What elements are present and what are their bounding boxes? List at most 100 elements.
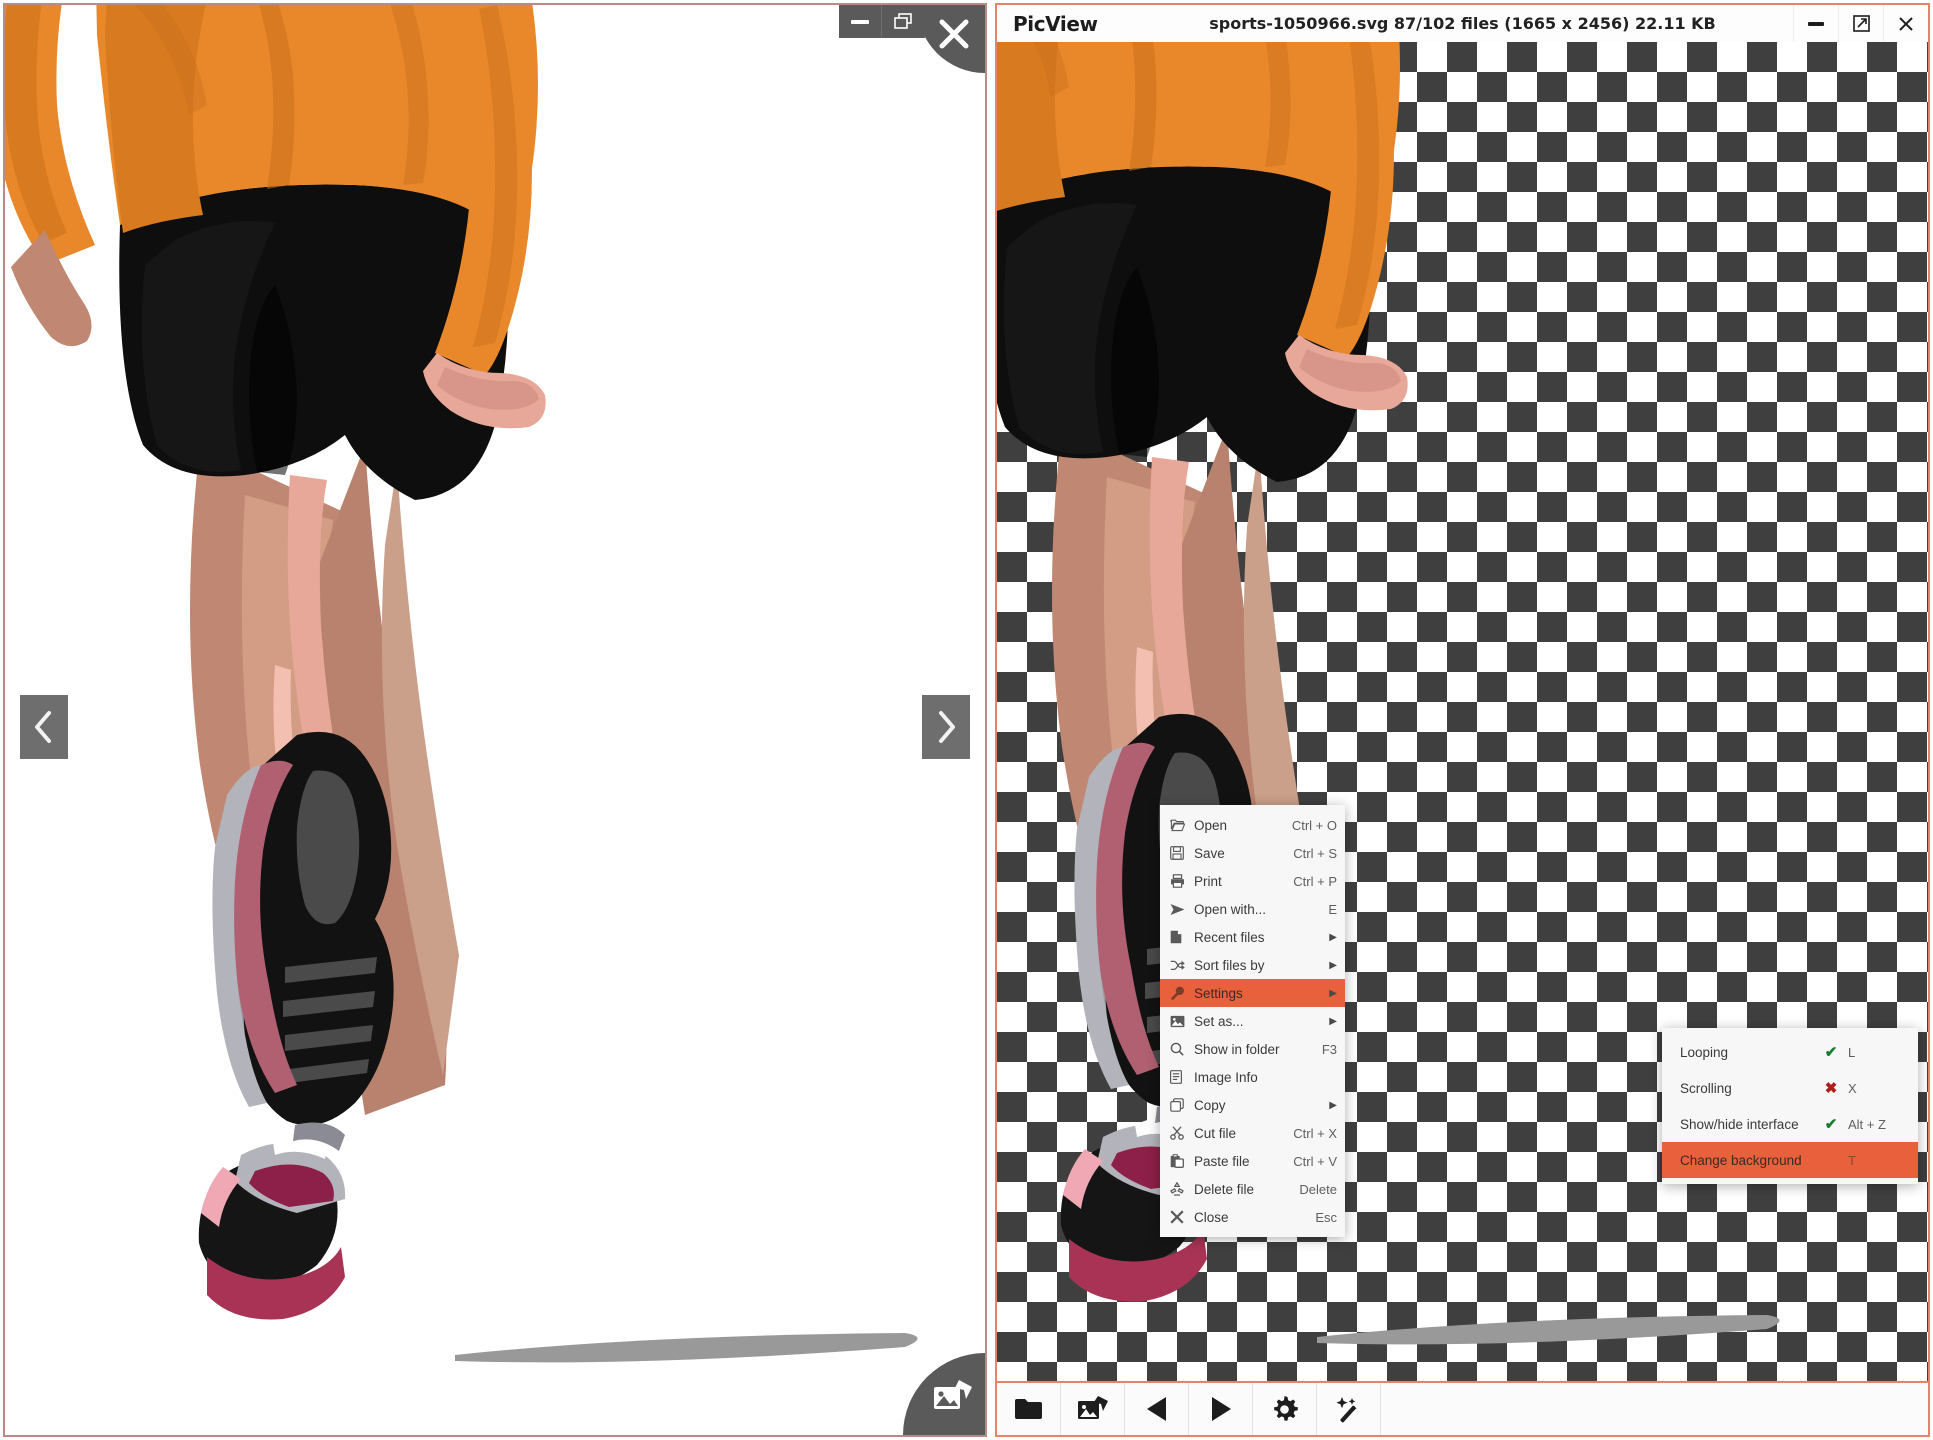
- picview-titlebar[interactable]: PicView sports-1050966.svg 87/102 files …: [997, 5, 1928, 43]
- open-new-window-button[interactable]: [1838, 5, 1883, 42]
- settings-submenu-item-shortcut: X: [1848, 1080, 1857, 1096]
- picview-logo: PicView: [1013, 11, 1098, 36]
- context-menu-item-delete-file[interactable]: Delete file Delete: [1160, 1175, 1345, 1203]
- context-menu-item-save[interactable]: Save Ctrl + S: [1160, 839, 1345, 867]
- context-menu[interactable]: Open Ctrl + O Save Ctrl + S Print Ctrl + P Ope…: [1160, 805, 1345, 1237]
- chevron-left-icon: [35, 711, 51, 743]
- minimize-button[interactable]: [1793, 5, 1838, 42]
- image-viewer-window: [3, 3, 987, 1437]
- context-menu-item-shortcut: Ctrl + P: [1293, 873, 1337, 889]
- runner-illustration: [5, 5, 918, 1363]
- context-menu-item-sort-files-by[interactable]: Sort files by ▶: [1160, 951, 1345, 979]
- submenu-arrow-icon: ▶: [1329, 959, 1337, 971]
- settings-submenu-item-shortcut: Alt + Z: [1848, 1116, 1886, 1132]
- minimize-button[interactable]: [839, 5, 882, 38]
- gallery-icon-wrap: [933, 1380, 973, 1419]
- context-menu-item-label: Print: [1194, 873, 1222, 889]
- gallery-icon: [934, 1380, 972, 1409]
- settings-submenu-item-label: Looping: [1680, 1044, 1729, 1060]
- settings-submenu-item-shortcut: T: [1848, 1152, 1856, 1168]
- printer-icon: [1170, 874, 1194, 888]
- settings-submenu-item-looping[interactable]: Looping ✔ L: [1662, 1034, 1918, 1070]
- external-link-icon: [1852, 15, 1870, 32]
- context-menu-item-shortcut: Ctrl + O: [1291, 817, 1337, 833]
- settings-submenu-item-show-hide-interface[interactable]: Show/hide interface ✔ Alt + Z: [1662, 1106, 1918, 1142]
- context-menu-item-show-in-folder[interactable]: Show in folder F3: [1160, 1035, 1345, 1063]
- open-folder-icon: [1170, 819, 1194, 832]
- checkmark-icon: ✔: [1824, 1044, 1838, 1061]
- context-menu-item-set-as[interactable]: Set as... ▶: [1160, 1007, 1345, 1035]
- context-menu-item-label: Paste file: [1194, 1153, 1250, 1169]
- context-menu-item-shortcut: Ctrl + V: [1293, 1153, 1337, 1169]
- context-menu-item-open[interactable]: Open Ctrl + O: [1160, 811, 1345, 839]
- close-icon: [939, 19, 969, 49]
- minimize-icon: [851, 19, 869, 24]
- copy-icon: [1170, 1098, 1194, 1112]
- context-menu-item-shortcut: Ctrl + S: [1293, 845, 1337, 861]
- image-icon: [1170, 1015, 1194, 1028]
- checkmark-icon: ✔: [1824, 1116, 1838, 1133]
- previous-image-button[interactable]: [20, 695, 68, 759]
- context-menu-item-label: Image Info: [1194, 1069, 1258, 1085]
- context-menu-item-print[interactable]: Print Ctrl + P: [1160, 867, 1345, 895]
- close-button[interactable]: [1883, 5, 1928, 42]
- magic-wand-icon: [1336, 1396, 1357, 1422]
- context-menu-item-close[interactable]: Close Esc: [1160, 1203, 1345, 1231]
- restore-icon: [894, 12, 912, 29]
- submenu-arrow-icon: ▶: [1329, 1015, 1337, 1027]
- context-menu-item-shortcut: Delete: [1299, 1181, 1337, 1197]
- info-doc-icon: [1170, 1070, 1194, 1084]
- context-menu-item-label: Set as...: [1194, 1013, 1244, 1029]
- left-window-titlebar-buttons: [839, 5, 925, 38]
- previous-image-button[interactable]: [1125, 1383, 1189, 1435]
- document-icon: [1170, 930, 1194, 944]
- context-menu-item-label: Show in folder: [1194, 1041, 1280, 1057]
- context-menu-item-label: Sort files by: [1194, 957, 1265, 973]
- context-menu-item-copy[interactable]: Copy ▶: [1160, 1091, 1345, 1119]
- next-triangle-icon: [1211, 1397, 1231, 1421]
- effects-button[interactable]: [1317, 1383, 1381, 1435]
- minimize-icon: [1808, 21, 1824, 26]
- next-image-button[interactable]: [922, 695, 970, 759]
- gear-icon: [1274, 1395, 1298, 1421]
- context-menu-item-cut-file[interactable]: Cut file Ctrl + X: [1160, 1119, 1345, 1147]
- context-menu-item-label: Settings: [1194, 985, 1243, 1001]
- image-canvas-left[interactable]: [5, 5, 985, 1435]
- picview-window: PicView sports-1050966.svg 87/102 files …: [995, 3, 1930, 1437]
- paste-icon: [1170, 1154, 1194, 1168]
- screen: PicView sports-1050966.svg 87/102 files …: [0, 0, 1933, 1440]
- magnifier-icon: [1170, 1042, 1194, 1056]
- close-x-icon: [1170, 1210, 1194, 1224]
- open-folder-button[interactable]: [997, 1383, 1061, 1435]
- recycle-bin-icon: [1170, 1182, 1194, 1196]
- wrench-icon: [1170, 986, 1194, 1001]
- submenu-arrow-icon: ▶: [1329, 987, 1337, 999]
- context-menu-item-image-info[interactable]: Image Info: [1160, 1063, 1345, 1091]
- settings-submenu[interactable]: Looping ✔ L Scrolling ✖ X Show/hide interface ✔…: [1662, 1028, 1918, 1184]
- context-menu-item-label: Recent files: [1194, 929, 1265, 945]
- context-menu-item-shortcut: Esc: [1315, 1209, 1337, 1225]
- picview-titlebar-buttons: [1793, 5, 1928, 42]
- settings-button[interactable]: [1253, 1383, 1317, 1435]
- picview-bottom-toolbar: [997, 1381, 1928, 1435]
- context-menu-item-recent-files[interactable]: Recent files ▶: [1160, 923, 1345, 951]
- toolbar-spacer: [1381, 1383, 1928, 1435]
- context-menu-item-open-with[interactable]: Open with... E: [1160, 895, 1345, 923]
- close-icon: [1899, 16, 1913, 31]
- context-menu-item-settings[interactable]: Settings ▶: [1160, 979, 1345, 1007]
- previous-triangle-icon: [1146, 1397, 1166, 1421]
- gallery-button[interactable]: [1061, 1383, 1125, 1435]
- settings-submenu-item-change-background[interactable]: Change background T: [1662, 1142, 1918, 1178]
- context-menu-item-paste-file[interactable]: Paste file Ctrl + V: [1160, 1147, 1345, 1175]
- context-menu-item-label: Save: [1194, 845, 1225, 861]
- context-menu-item-label: Open with...: [1194, 901, 1267, 917]
- context-menu-item-label: Cut file: [1194, 1125, 1237, 1141]
- context-menu-item-shortcut: E: [1328, 901, 1337, 917]
- send-arrow-icon: [1170, 903, 1194, 916]
- settings-submenu-item-scrolling[interactable]: Scrolling ✖ X: [1662, 1070, 1918, 1106]
- settings-submenu-item-shortcut: L: [1848, 1044, 1856, 1060]
- submenu-arrow-icon: ▶: [1329, 1099, 1337, 1111]
- context-menu-item-label: Open: [1194, 817, 1228, 833]
- shuffle-icon: [1170, 959, 1194, 972]
- next-image-button[interactable]: [1189, 1383, 1253, 1435]
